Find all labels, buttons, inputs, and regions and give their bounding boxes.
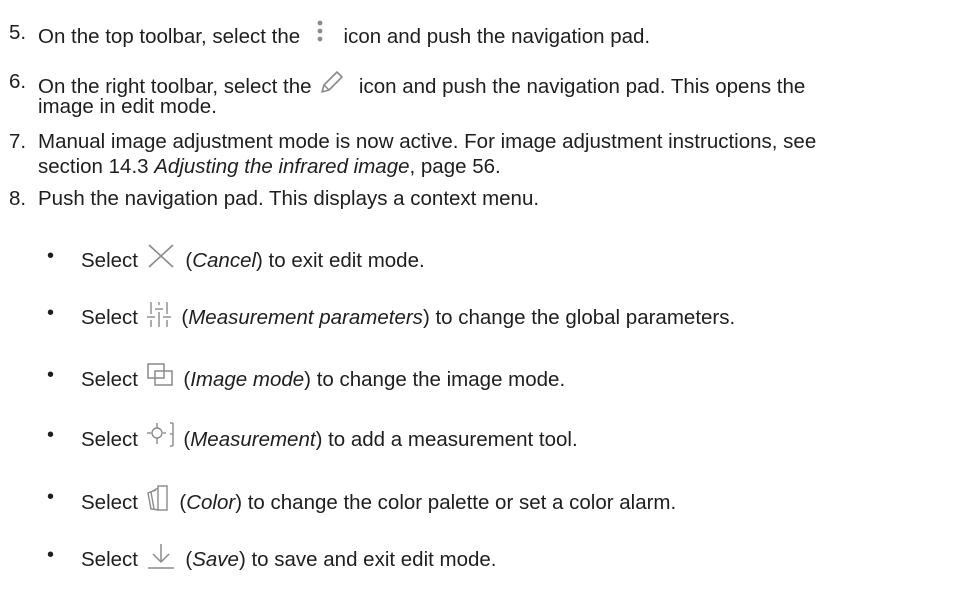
pencil-icon [319, 69, 345, 95]
list-item-image-mode: • Select (Image mode) to change the imag… [47, 362, 566, 391]
list-item-save: • Select (Save) to save and exit edit mo… [47, 542, 497, 571]
step-text: Push the navigation pad. This displays a… [38, 187, 540, 210]
section-reference: Adjusting the infrared image [154, 155, 410, 178]
measurement-icon [146, 422, 174, 448]
step-number: 6. [9, 70, 27, 93]
step-number: 8. [9, 187, 27, 210]
step-5: 5. On the top toolbar, select the icon a… [0, 20, 964, 50]
step-number: 5. [9, 21, 27, 44]
step-6: 6. On the right toolbar, select the icon… [0, 69, 964, 125]
list-item-color: • Select (Color) to change the color pal… [47, 484, 677, 514]
sliders-icon [146, 300, 172, 328]
list-item-cancel: • Select (Cancel) to exit edit mode. [47, 243, 425, 272]
step-text-continued: section 14.3 Adjusting the infrared imag… [38, 155, 501, 178]
bullet: • [47, 486, 55, 508]
save-download-icon [146, 542, 176, 570]
bullet: • [47, 544, 55, 566]
list-item-measurement-parameters: • Select (Measurement parameters) to cha… [47, 300, 736, 329]
more-vertical-icon [316, 20, 324, 44]
bullet: • [47, 245, 55, 267]
step-number: 7. [9, 130, 27, 153]
bullet: • [47, 424, 55, 446]
color-palette-icon [146, 484, 170, 512]
step-text-continued: image in edit mode. [38, 95, 217, 118]
bullet: • [47, 302, 55, 324]
cancel-x-icon [146, 243, 176, 269]
step-text: On the top toolbar, select the icon and … [38, 20, 958, 50]
bullet: • [47, 364, 55, 386]
step-text: Manual image adjustment mode is now acti… [38, 130, 817, 153]
image-mode-icon [146, 362, 174, 388]
step-8: 8. Push the navigation pad. This display… [0, 186, 964, 216]
list-item-measurement: • Select (Measurement) to add a measurem… [47, 422, 578, 451]
step-7: 7. Manual image adjustment mode is now a… [0, 129, 964, 185]
